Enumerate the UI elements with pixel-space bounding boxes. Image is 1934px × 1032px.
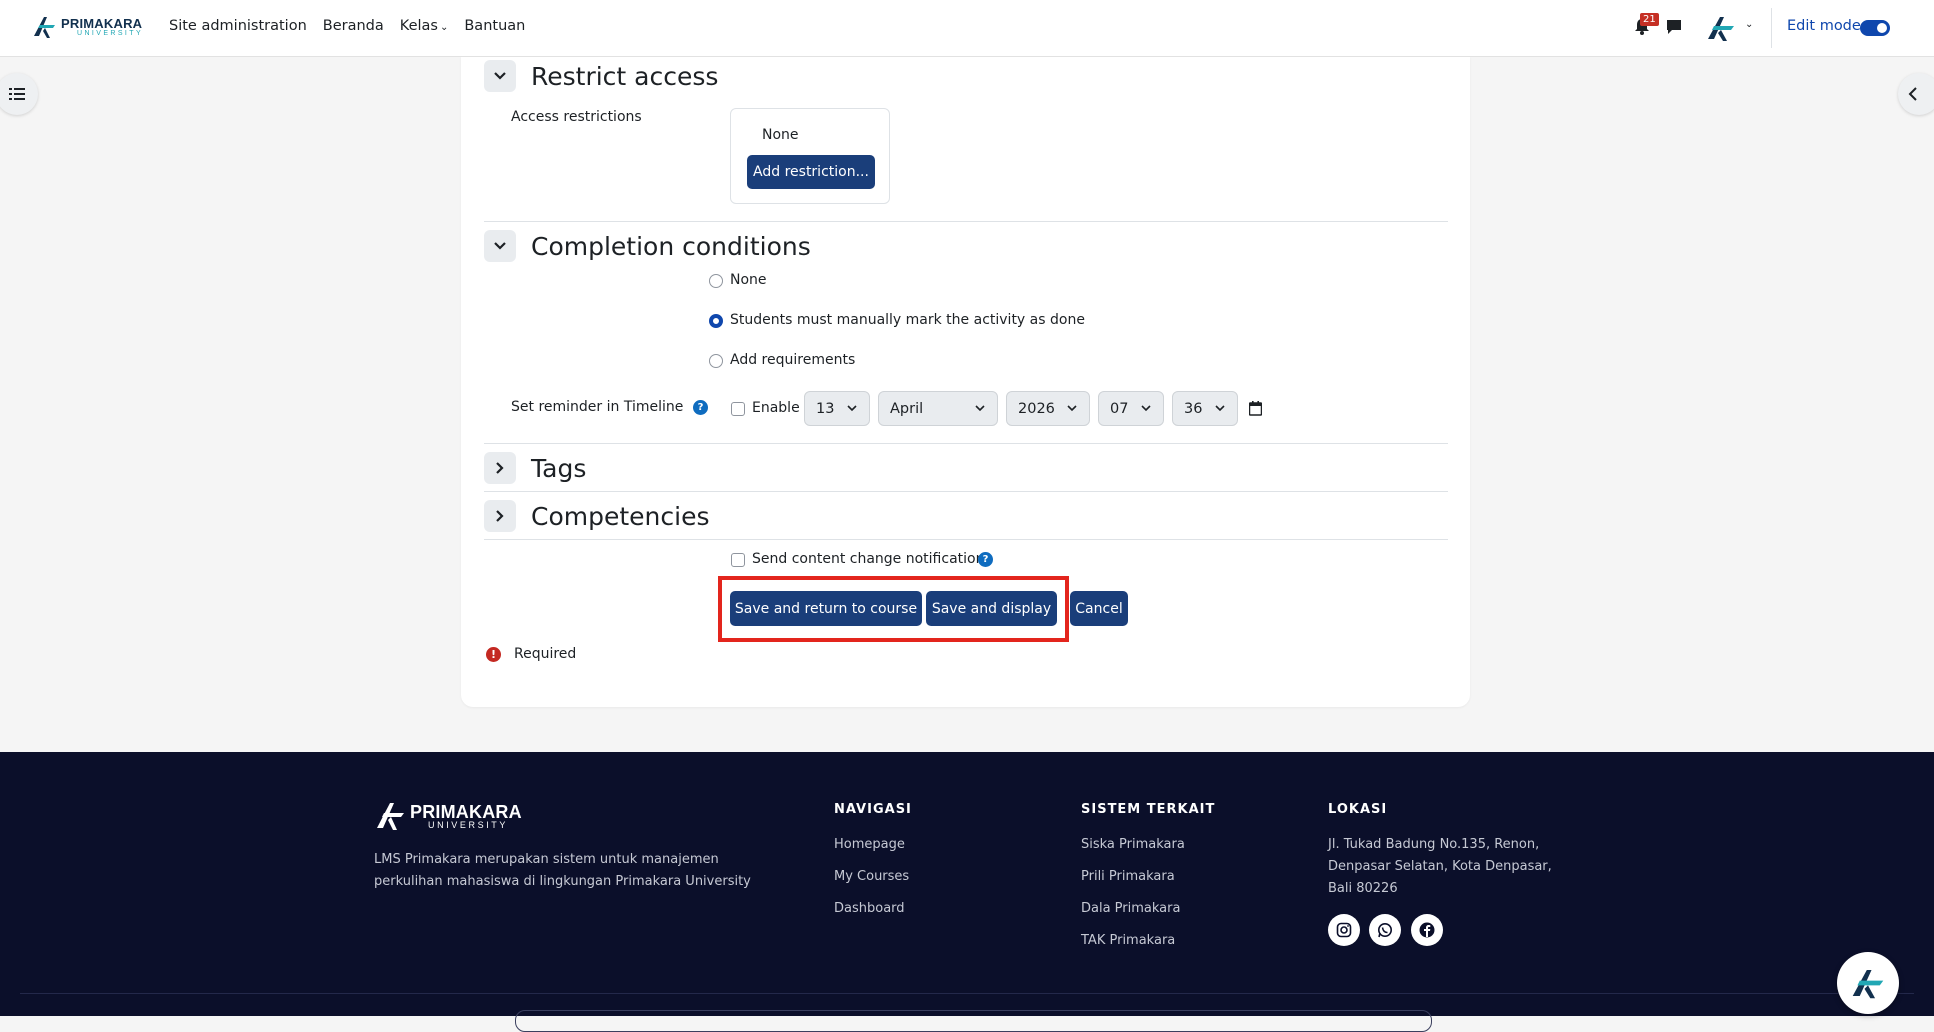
- top-navbar: PRIMAKARA UNIVERSITY Site administration…: [0, 0, 1934, 57]
- nav-bantuan[interactable]: Bantuan: [464, 18, 525, 34]
- expand-chevron-icon[interactable]: [484, 500, 516, 532]
- competencies-header[interactable]: Competencies: [484, 500, 709, 532]
- chevron-down-icon: [1067, 405, 1077, 412]
- footer-link-siska[interactable]: Siska Primakara: [1081, 837, 1185, 852]
- footer-link-prili[interactable]: Prili Primakara: [1081, 869, 1175, 884]
- nav-site-administration[interactable]: Site administration: [169, 18, 307, 34]
- footer-description: LMS Primakara merupakan sistem untuk man…: [374, 852, 751, 889]
- calendar-icon[interactable]: [1249, 401, 1262, 416]
- collapse-chevron-icon[interactable]: [484, 230, 516, 262]
- primakara-logo-icon: [377, 803, 404, 830]
- chevron-down-icon: ⌄: [439, 22, 449, 33]
- edit-mode-toggle[interactable]: [1860, 20, 1890, 36]
- access-restrictions-label: Access restrictions: [511, 109, 642, 125]
- footer-address: Jl. Tukad Badung No.135, Renon, Denpasar…: [1328, 837, 1552, 896]
- required-label: Required: [514, 646, 577, 662]
- course-index-drawer-button[interactable]: [0, 73, 38, 115]
- completion-conditions-title: Completion conditions: [531, 231, 811, 261]
- chevron-left-icon: [1908, 87, 1917, 101]
- required-icon: !: [486, 647, 501, 662]
- reminder-day-select[interactable]: 13: [804, 391, 870, 426]
- primakara-logo-icon: [34, 17, 55, 38]
- help-icon[interactable]: ?: [693, 400, 708, 415]
- competencies-title: Competencies: [531, 501, 710, 531]
- chevron-down-icon: [847, 405, 857, 412]
- reminder-year-select[interactable]: 2026: [1006, 391, 1090, 426]
- reminder-hour-select[interactable]: 07: [1098, 391, 1164, 426]
- send-notification-checkbox[interactable]: [731, 553, 745, 567]
- completion-none-radio[interactable]: [709, 274, 723, 288]
- add-restriction-button[interactable]: Add restriction...: [747, 155, 875, 189]
- nav-kelas-label: Kelas: [399, 18, 438, 34]
- whatsapp-icon[interactable]: [1369, 914, 1401, 946]
- restrictions-value: None: [762, 127, 799, 143]
- tags-header[interactable]: Tags: [484, 452, 586, 484]
- primary-nav: Site administration Beranda Kelas ⌄ Bantu…: [169, 18, 541, 34]
- edit-mode-label: Edit mode: [1787, 18, 1861, 34]
- user-menu-chevron-icon[interactable]: ⌄: [1745, 19, 1753, 30]
- site-footer: [0, 752, 1934, 1016]
- completion-none-label: None: [730, 272, 767, 288]
- footer-logo[interactable]: PRIMAKARA UNIVERSITY: [374, 800, 522, 832]
- footer-link-dashboard[interactable]: Dashboard: [834, 901, 905, 916]
- navbar-divider: [1771, 8, 1772, 48]
- footer-link-my-courses[interactable]: My Courses: [834, 869, 909, 884]
- set-reminder-label: Set reminder in Timeline: [511, 399, 684, 415]
- reminder-month-value: April: [890, 400, 924, 417]
- chevron-down-icon: [1215, 405, 1225, 412]
- completion-conditions-header[interactable]: Completion conditions: [484, 230, 811, 262]
- footer-system-heading: SISTEM TERKAIT: [1081, 802, 1216, 817]
- logo-main-text: PRIMAKARA: [61, 16, 143, 31]
- expand-chevron-icon[interactable]: [484, 452, 516, 484]
- footer-location-heading: LOKASI: [1328, 802, 1388, 817]
- nav-beranda[interactable]: Beranda: [323, 18, 384, 34]
- help-icon[interactable]: ?: [978, 552, 993, 567]
- completion-requirements-radio[interactable]: [709, 354, 723, 368]
- primakara-logo-icon: [1852, 970, 1884, 999]
- facebook-icon[interactable]: [1411, 914, 1443, 946]
- site-logo[interactable]: PRIMAKARA UNIVERSITY: [31, 14, 143, 40]
- reminder-day-value: 13: [816, 400, 835, 417]
- enable-reminder-checkbox[interactable]: [731, 402, 745, 416]
- footer-link-dala[interactable]: Dala Primakara: [1081, 901, 1180, 916]
- logo-sub-text: UNIVERSITY: [77, 30, 144, 37]
- reminder-minute-value: 36: [1184, 400, 1203, 417]
- chevron-down-icon: [975, 405, 985, 412]
- list-icon: [9, 88, 25, 100]
- nav-kelas[interactable]: Kelas ⌄: [400, 18, 449, 34]
- footer-logo-sub-text: UNIVERSITY: [428, 819, 509, 830]
- footer-divider: [20, 993, 1914, 994]
- messages-icon[interactable]: [1665, 18, 1683, 36]
- footer-nav-heading: NAVIGASI: [834, 802, 912, 817]
- completion-manual-radio[interactable]: [709, 314, 723, 328]
- cancel-button[interactable]: Cancel: [1070, 591, 1128, 626]
- section-divider: [484, 491, 1448, 492]
- completion-manual-label: Students must manually mark the activity…: [730, 312, 1085, 328]
- reminder-hour-value: 07: [1110, 400, 1129, 417]
- reminder-month-select[interactable]: April: [878, 391, 998, 426]
- section-divider: [484, 539, 1448, 540]
- reminder-minute-select[interactable]: 36: [1172, 391, 1238, 426]
- tags-title: Tags: [531, 453, 587, 483]
- send-notification-label: Send content change notification: [752, 551, 985, 567]
- footer-bottom-bar: [515, 1010, 1432, 1032]
- restrict-access-header[interactable]: Restrict access: [484, 60, 718, 92]
- enable-reminder-label: Enable: [752, 400, 800, 416]
- chevron-down-icon: [1141, 405, 1151, 412]
- floating-chat-button[interactable]: [1837, 952, 1899, 1014]
- instagram-icon[interactable]: [1328, 914, 1360, 946]
- section-divider: [484, 443, 1448, 444]
- restrict-access-title: Restrict access: [531, 61, 719, 91]
- block-drawer-button[interactable]: [1898, 73, 1934, 115]
- section-divider: [484, 221, 1448, 222]
- notification-count-badge: 21: [1640, 13, 1659, 26]
- collapse-chevron-icon[interactable]: [484, 60, 516, 92]
- highlight-box: [718, 576, 1069, 642]
- footer-link-tak[interactable]: TAK Primakara: [1081, 933, 1175, 948]
- footer-logo-main-text: PRIMAKARA: [410, 801, 522, 822]
- user-avatar-icon[interactable]: [1704, 13, 1738, 43]
- completion-requirements-label: Add requirements: [730, 352, 856, 368]
- reminder-year-value: 2026: [1018, 400, 1055, 417]
- footer-link-homepage[interactable]: Homepage: [834, 837, 905, 852]
